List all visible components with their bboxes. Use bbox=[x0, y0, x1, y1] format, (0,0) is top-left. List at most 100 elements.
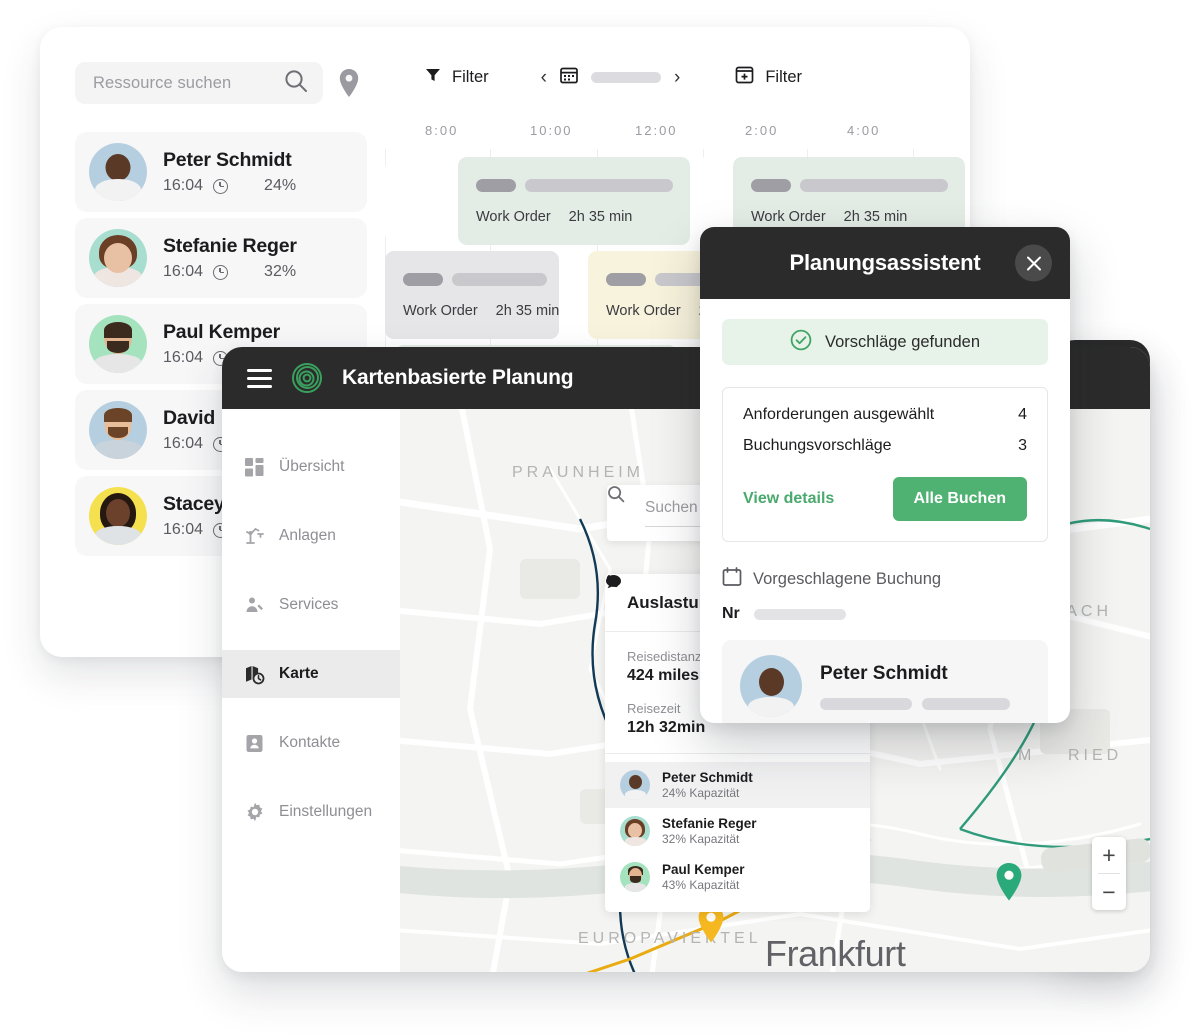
gantt-task[interactable]: Work Order 2h 35 min bbox=[385, 251, 559, 339]
planner-header: Planungsassistent bbox=[700, 227, 1070, 299]
map-search-placeholder: Suchen bbox=[645, 499, 698, 516]
resource-row-1[interactable]: Stefanie Reger 16:04 32% bbox=[75, 218, 367, 298]
next-date-button[interactable]: › bbox=[674, 68, 680, 87]
resource-pct: 24% bbox=[264, 177, 297, 194]
technician-list: Peter Schmidt 24% Kapazität Stefanie Reg… bbox=[605, 575, 870, 912]
check-circle-icon bbox=[790, 329, 812, 356]
sidebar-label: Services bbox=[279, 596, 339, 613]
resource-time: 16:04 bbox=[163, 349, 204, 366]
resource-pct: 32% bbox=[264, 263, 297, 280]
sidebar-item-karte[interactable]: Karte bbox=[222, 650, 400, 698]
sidebar-item-einstellungen[interactable]: Einstellungen bbox=[222, 788, 400, 836]
filter-button-left[interactable]: Filter bbox=[425, 67, 489, 88]
task-label: Work Order bbox=[476, 209, 551, 225]
technician-name: Peter Schmidt bbox=[662, 770, 753, 785]
task-handle bbox=[606, 273, 646, 287]
resource-time: 16:04 bbox=[163, 263, 204, 280]
search-icon bbox=[283, 68, 309, 99]
skeleton-bar bbox=[922, 697, 1010, 710]
contact-icon bbox=[244, 733, 265, 754]
avatar bbox=[89, 229, 147, 287]
clock-icon bbox=[213, 178, 229, 194]
calendar-icon bbox=[722, 567, 742, 592]
calendar-add-icon bbox=[735, 65, 754, 89]
resource-search-placeholder: Ressource suchen bbox=[93, 73, 232, 92]
technician-row-peter[interactable]: Peter Schmidt 24% Kapazität bbox=[605, 575, 870, 808]
booking-number-row: Nr bbox=[722, 605, 1048, 623]
task-duration: 2h 35 min bbox=[495, 303, 560, 319]
task-label: Work Order bbox=[606, 303, 681, 319]
book-all-button[interactable]: Alle Buchen bbox=[892, 477, 1027, 521]
technician-row-paul[interactable]: Paul Kemper 43% Kapazität bbox=[605, 854, 870, 900]
avatar bbox=[740, 655, 802, 717]
time-tick-4: 4:00 bbox=[847, 123, 881, 138]
zoom-out-button[interactable]: − bbox=[1092, 874, 1126, 910]
map-district-label: EUROPAVIERTEL bbox=[578, 930, 762, 947]
map-district-label: M bbox=[1018, 747, 1036, 764]
time-tick-1: 10:00 bbox=[530, 123, 573, 138]
nr-value-placeholder bbox=[753, 608, 846, 620]
suggested-booking-label: Vorgeschlagene Buchung bbox=[753, 570, 942, 588]
gantt-task[interactable]: Work Order 2h 35 min bbox=[458, 157, 690, 245]
gantt-toolbar: Filter ‹ › Filter bbox=[385, 27, 970, 89]
resource-name: Peter Schmidt bbox=[163, 149, 292, 171]
summary-label: Buchungsvorschläge bbox=[743, 437, 892, 454]
task-label: Work Order bbox=[751, 209, 826, 225]
sidebar-label: Kontakte bbox=[279, 734, 341, 751]
suggested-person-card[interactable]: Peter Schmidt bbox=[722, 640, 1048, 723]
sidebar-label: Karte bbox=[279, 665, 319, 682]
resource-search-input[interactable]: Ressource suchen bbox=[75, 62, 323, 104]
sidebar-item-anlagen[interactable]: Anlagen bbox=[222, 512, 400, 560]
sidebar-item-kontakte[interactable]: Kontakte bbox=[222, 719, 400, 767]
summary-row-requirements: Anforderungen ausgewählt 4 bbox=[743, 406, 1027, 424]
gantt-time-axis: 8:00 10:00 12:00 2:00 4:00 bbox=[385, 123, 970, 149]
hamburger-icon[interactable] bbox=[247, 364, 272, 393]
planner-title: Planungsassistent bbox=[789, 250, 981, 275]
sidebar-label: Übersicht bbox=[279, 458, 345, 475]
filter-label-right: Filter bbox=[765, 67, 802, 86]
resource-row-0[interactable]: Peter Schmidt 16:04 24% bbox=[75, 132, 367, 212]
resource-name: Stefanie Reger bbox=[163, 235, 297, 257]
resource-name: David bbox=[163, 407, 216, 429]
map-pin-icon[interactable] bbox=[337, 68, 361, 98]
map-city-label: Frankfurt bbox=[765, 933, 906, 972]
time-tick-3: 2:00 bbox=[745, 123, 779, 138]
time-tick-0: 8:00 bbox=[425, 123, 459, 138]
avatar bbox=[620, 770, 650, 800]
calendar-icon[interactable] bbox=[560, 66, 578, 89]
task-handle bbox=[403, 273, 443, 287]
view-details-link[interactable]: View details bbox=[743, 490, 834, 508]
resource-time: 16:04 bbox=[163, 177, 204, 194]
technician-name: Stefanie Reger bbox=[662, 816, 757, 831]
map-icon bbox=[244, 664, 265, 685]
task-duration: 2h 35 min bbox=[568, 209, 633, 225]
map-zoom-controls: + − bbox=[1092, 837, 1126, 910]
suggested-booking-header: Vorgeschlagene Buchung bbox=[722, 567, 1048, 592]
sidebar-label: Einstellungen bbox=[279, 803, 373, 820]
planning-assistant-dialog: Planungsassistent Vorschläge gefunden An… bbox=[700, 227, 1070, 723]
task-bar bbox=[452, 273, 547, 287]
zoom-in-button[interactable]: + bbox=[1092, 837, 1126, 873]
gear-icon bbox=[244, 802, 265, 823]
assets-icon bbox=[244, 526, 265, 547]
date-range-placeholder[interactable] bbox=[591, 71, 661, 83]
task-bar bbox=[800, 179, 948, 193]
sidebar-item-services[interactable]: Services bbox=[222, 581, 400, 629]
prev-date-button[interactable]: ‹ bbox=[541, 68, 547, 87]
suggestions-banner-text: Vorschläge gefunden bbox=[824, 332, 981, 351]
close-icon[interactable] bbox=[1015, 244, 1052, 282]
sidebar-item-uebersicht[interactable]: Übersicht bbox=[222, 443, 400, 491]
avatar bbox=[620, 862, 650, 892]
nr-label: Nr bbox=[722, 605, 740, 622]
technician-capacity: 32% Kapazität bbox=[662, 832, 740, 846]
filter-button-right[interactable]: Filter bbox=[735, 65, 802, 89]
summary-row-suggestions: Buchungsvorschläge 3 bbox=[743, 437, 1027, 455]
time-tick-2: 12:00 bbox=[635, 123, 678, 138]
skeleton-bar bbox=[820, 697, 912, 710]
screenshot-stage: Ressource suchen Peter Schmidt 16:04 24%… bbox=[0, 0, 1200, 1035]
summary-label: Anforderungen ausgewählt bbox=[743, 406, 935, 423]
task-bar bbox=[525, 179, 673, 193]
rings-logo-icon bbox=[291, 362, 323, 394]
technician-row-stefanie[interactable]: Stefanie Reger 32% Kapazität bbox=[605, 808, 870, 854]
app-sidebar: Übersicht Anlagen Services Karte Kontakt… bbox=[222, 409, 400, 972]
